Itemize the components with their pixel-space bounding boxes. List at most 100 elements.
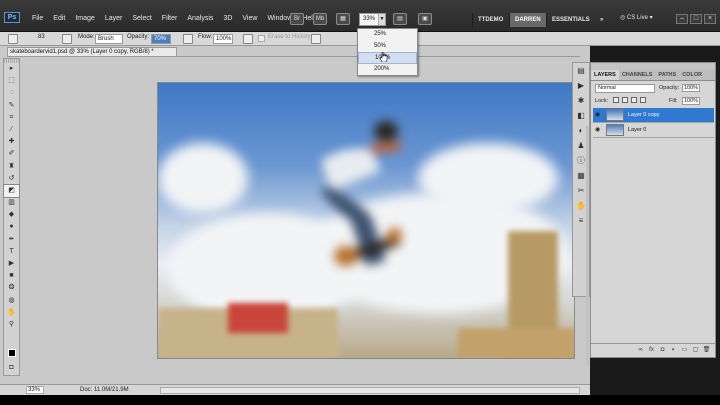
menu-analysis[interactable]: Analysis (182, 15, 218, 22)
document-workspace: skateboardervid1.psd @ 33% (Layer 0 copy… (0, 46, 590, 395)
more-workspaces-button[interactable]: » (595, 13, 608, 27)
lock-image-icon[interactable] (622, 97, 628, 103)
adjustments-panel-icon[interactable]: ✱ (573, 93, 589, 108)
letterbox-bar (0, 395, 720, 405)
lock-position-icon[interactable] (631, 97, 637, 103)
lock-label: Lock: (595, 98, 609, 104)
menu-layer[interactable]: Layer (100, 15, 128, 22)
tab-color[interactable]: COLOR (679, 70, 705, 80)
brush-size-label[interactable]: 83 (38, 34, 45, 40)
menu-image[interactable]: Image (70, 15, 99, 22)
marquee-tool-icon[interactable]: ⬚ (4, 75, 19, 87)
menu-file[interactable]: File (27, 15, 48, 22)
layer-row[interactable]: ◉ Layer 0 (593, 123, 714, 138)
masks-panel-icon[interactable]: ◧ (573, 108, 589, 123)
view-extras-icon[interactable]: ▦ (336, 13, 350, 25)
blend-mode-select[interactable]: Normal (595, 84, 655, 93)
document-tab[interactable]: skateboardervid1.psd @ 33% (Layer 0 copy… (7, 47, 177, 56)
blur-tool-icon[interactable]: ◆ (4, 209, 19, 221)
pressure-opacity-icon[interactable] (183, 34, 193, 44)
opacity-label: Opacity: (127, 34, 150, 40)
menu-edit[interactable]: Edit (48, 15, 70, 22)
cs-live-button[interactable]: ◎ CS Live ▾ (620, 14, 653, 21)
adjustment-layer-icon[interactable]: ◐ (669, 346, 678, 355)
type-tool-icon[interactable]: T (4, 246, 19, 258)
link-layers-icon[interactable]: ∞ (636, 346, 645, 355)
workspace-essentials[interactable]: ESSENTIALS (546, 13, 595, 27)
maximize-button[interactable]: □ (690, 14, 702, 24)
history-brush-tool-icon[interactable]: ↺ (4, 173, 19, 185)
move-tool-icon[interactable]: ▸ (4, 63, 19, 75)
tools-panel: ▸ ⬚ ◌ ✎ ⌗ ⁄ ✚ ✐ ♜ ↺ ◩ ▥ ◆ ● ✒ T ▶ ■ ❂ ◍ … (3, 58, 20, 376)
arrange-documents-icon[interactable]: ▤ (393, 13, 407, 25)
menu-view[interactable]: View (237, 15, 262, 22)
workspace-darren[interactable]: DARREN (509, 13, 546, 27)
zoom-option-200[interactable]: 200% (358, 64, 417, 76)
layer-style-icon[interactable]: fx (647, 346, 656, 355)
hand-tool-icon[interactable]: ✋ (4, 307, 19, 319)
vertical-scrollbar[interactable] (586, 126, 589, 366)
brush-panel-icon[interactable] (62, 34, 72, 44)
menu-filter[interactable]: Filter (157, 15, 183, 22)
lasso-tool-icon[interactable]: ◌ (4, 87, 19, 99)
document-canvas[interactable] (157, 82, 575, 359)
airbrush-icon[interactable] (243, 34, 253, 44)
eyedropper-tool-icon[interactable]: ⁄ (4, 124, 19, 136)
screen-mode-icon[interactable]: ▣ (418, 13, 432, 25)
clone-stamp-tool-icon[interactable]: ♜ (4, 161, 19, 173)
healing-brush-tool-icon[interactable]: ✚ (4, 136, 19, 148)
erase-to-history-checkbox[interactable] (258, 35, 265, 42)
horizontal-scrollbar[interactable] (160, 387, 580, 394)
close-button[interactable]: × (704, 14, 716, 24)
flow-field[interactable]: 100% (213, 34, 233, 44)
visibility-eye-icon[interactable]: ◉ (595, 126, 603, 134)
mode-select[interactable]: Brush (95, 34, 123, 44)
opacity-field[interactable]: 70% (151, 34, 171, 44)
path-selection-tool-icon[interactable]: ▶ (4, 258, 19, 270)
delete-layer-icon[interactable]: 🗑 (702, 346, 711, 355)
lock-all-icon[interactable] (640, 97, 646, 103)
tab-channels[interactable]: CHANNELS (619, 70, 656, 80)
history-panel-icon[interactable]: ▤ (573, 63, 589, 78)
workspace-ttdemo[interactable]: TTDEMO (472, 13, 508, 27)
add-mask-icon[interactable]: ◘ (658, 346, 667, 355)
3d-rotate-tool-icon[interactable]: ❂ (4, 282, 19, 294)
layer-name: Layer 0 copy (628, 112, 660, 118)
quick-mask-icon[interactable]: ◘ (4, 362, 19, 374)
bridge-icon[interactable]: Br (290, 13, 304, 25)
new-group-icon[interactable]: ▭ (680, 346, 689, 355)
tab-paths[interactable]: PATHS (655, 70, 679, 80)
foreground-color-swatch[interactable] (8, 349, 16, 357)
zoom-option-50[interactable]: 50% (358, 41, 417, 53)
document-size-info[interactable]: Doc: 11.0M/21.9M (80, 387, 129, 393)
zoom-tool-icon[interactable]: ⚲ (4, 319, 19, 331)
minibridge-icon[interactable]: Mb (313, 13, 327, 25)
shape-tool-icon[interactable]: ■ (4, 270, 19, 282)
new-layer-icon[interactable]: ▢ (691, 346, 700, 355)
status-zoom-field[interactable]: 33% (26, 386, 44, 394)
eraser-tool-preset-icon[interactable] (8, 34, 18, 44)
eraser-tool-icon[interactable]: ◩ (3, 183, 20, 199)
menu-3d[interactable]: 3D (218, 15, 237, 22)
actions-panel-icon[interactable]: ▶ (573, 78, 589, 93)
cloud-shape (158, 143, 248, 213)
zoom-option-25[interactable]: 25% (358, 29, 417, 41)
menu-select[interactable]: Select (127, 15, 156, 22)
3d-orbit-tool-icon[interactable]: ◍ (4, 295, 19, 307)
layer-row[interactable]: ◉ Layer 0 copy (593, 108, 714, 123)
zoom-level-select[interactable]: 33% ▼ (359, 13, 386, 26)
fill-field[interactable]: 100% (682, 97, 700, 105)
quick-selection-tool-icon[interactable]: ✎ (4, 100, 19, 112)
crop-tool-icon[interactable]: ⌗ (4, 112, 19, 124)
gradient-tool-icon[interactable]: ▥ (4, 197, 19, 209)
tab-layers[interactable]: LAYERS (591, 70, 619, 80)
brush-tool-icon[interactable]: ✐ (4, 148, 19, 160)
minimize-button[interactable]: – (676, 14, 688, 24)
pen-tool-icon[interactable]: ✒ (4, 234, 19, 246)
lock-transparent-icon[interactable] (613, 97, 619, 103)
pressure-size-icon[interactable] (311, 34, 321, 44)
layer-opacity-field[interactable]: 100% (682, 84, 700, 92)
layers-panel-titlebar[interactable] (591, 63, 715, 70)
visibility-eye-icon[interactable]: ◉ (595, 111, 603, 119)
dodge-tool-icon[interactable]: ● (4, 221, 19, 233)
